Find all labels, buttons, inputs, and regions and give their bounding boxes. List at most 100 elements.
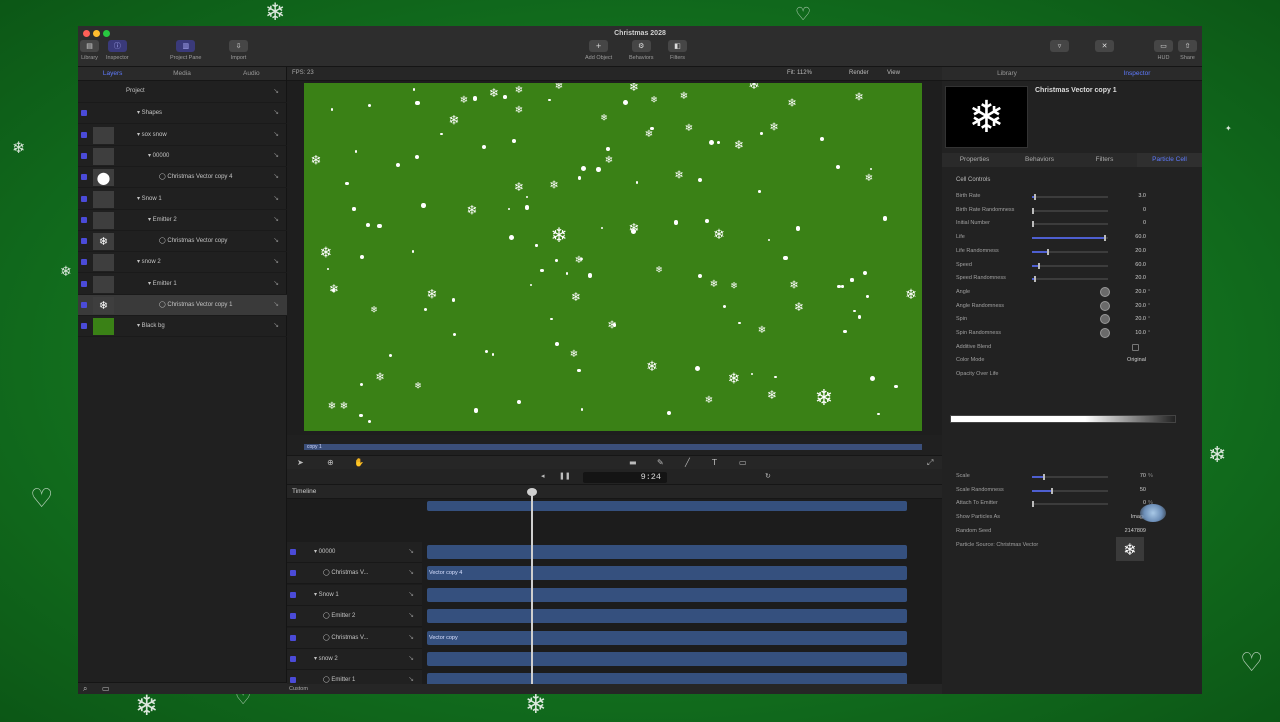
- timeline-track-bar[interactable]: [427, 652, 907, 666]
- pen-tool-icon[interactable]: ✎: [657, 458, 664, 467]
- param-value[interactable]: 20.0: [1114, 303, 1146, 309]
- param-slider[interactable]: [1032, 221, 1108, 228]
- share-button[interactable]: ⇧ Share: [1178, 40, 1197, 61]
- add-object-button[interactable]: + Add Object: [585, 40, 612, 61]
- library-button[interactable]: ▤ Library: [80, 40, 99, 61]
- fullscreen-icon[interactable]: ⤢: [927, 458, 933, 468]
- param-value[interactable]: 70: [1114, 473, 1146, 479]
- param-value[interactable]: 60.0: [1114, 234, 1146, 240]
- blend-mode-icon[interactable]: ↘: [408, 611, 414, 619]
- blend-mode-icon[interactable]: ↘: [408, 590, 414, 598]
- timeline-layer-row[interactable]: ▾ 00000 ↘: [287, 542, 422, 563]
- play-pause-icon[interactable]: ❚❚: [559, 472, 571, 480]
- param-slider-knob[interactable]: [1033, 194, 1036, 200]
- param-value[interactable]: 60.0: [1114, 262, 1146, 268]
- hud-button[interactable]: ▭ HUD: [1154, 40, 1173, 61]
- param-value[interactable]: Original: [1114, 357, 1146, 363]
- additive-blend-checkbox[interactable]: [1132, 343, 1139, 351]
- timeline-visibility-checkbox[interactable]: [290, 613, 296, 620]
- param-slider[interactable]: [1032, 501, 1108, 508]
- blend-mode-icon[interactable]: ↘: [408, 547, 414, 555]
- blend-mode-icon[interactable]: ↘: [408, 568, 414, 576]
- view-dropdown[interactable]: View: [887, 70, 900, 76]
- layer-row[interactable]: ● ◯ Christmas Vector copy 4 ↘: [78, 167, 287, 189]
- angle-dial-icon[interactable]: [1100, 300, 1110, 311]
- blend-mode-icon[interactable]: ↘: [273, 108, 279, 116]
- blend-mode-icon[interactable]: ↘: [273, 194, 279, 202]
- project-pane-button[interactable]: ▥ Project Pane: [170, 40, 202, 61]
- timeline-visibility-checkbox[interactable]: [290, 656, 296, 662]
- blend-mode-icon[interactable]: ↘: [408, 654, 414, 662]
- blend-mode-icon[interactable]: ↘: [273, 257, 279, 265]
- param-slider[interactable]: [1032, 262, 1108, 269]
- angle-dial-icon[interactable]: [1100, 286, 1110, 297]
- param-slider[interactable]: [1032, 248, 1108, 255]
- import-button[interactable]: ⇩ Import: [229, 40, 248, 61]
- timeline-visibility-checkbox[interactable]: [290, 591, 296, 598]
- opacity-over-life-gradient[interactable]: [950, 415, 1176, 423]
- param-value[interactable]: 0: [1114, 500, 1146, 506]
- tab-layers[interactable]: Layers: [78, 67, 147, 80]
- param-value[interactable]: 20.0: [1114, 289, 1146, 295]
- layer-row[interactable]: ▾ snow 2 ↘: [78, 252, 287, 274]
- text-tool-icon[interactable]: T: [712, 458, 717, 467]
- param-value[interactable]: 20.0: [1114, 248, 1146, 254]
- layer-visibility-checkbox[interactable]: [81, 238, 87, 245]
- param-value[interactable]: 0: [1114, 207, 1146, 213]
- play-reverse-icon[interactable]: ◂: [541, 472, 545, 480]
- loop-icon[interactable]: ↻: [765, 472, 771, 480]
- blend-mode-icon[interactable]: ↘: [273, 321, 279, 329]
- param-value[interactable]: 50: [1114, 487, 1146, 493]
- blend-mode-icon[interactable]: ↘: [273, 151, 279, 159]
- timeline-track-bar[interactable]: [427, 545, 907, 559]
- param-value[interactable]: 20.0: [1114, 316, 1146, 322]
- tab-audio[interactable]: Audio: [217, 67, 286, 80]
- angle-dial-icon[interactable]: [1100, 328, 1110, 338]
- shape-tool-icon[interactable]: ▬: [629, 458, 637, 467]
- layer-visibility-checkbox[interactable]: [81, 174, 87, 181]
- anchor-tool-icon[interactable]: ⊕: [327, 458, 334, 467]
- param-value[interactable]: 3.0: [1114, 193, 1146, 199]
- layer-visibility-checkbox[interactable]: [81, 110, 87, 117]
- particle-source-thumbnail[interactable]: ❄: [1116, 537, 1144, 561]
- timeline-track-bar[interactable]: Vector copy: [427, 630, 907, 645]
- timeline-visibility-checkbox[interactable]: [290, 549, 296, 555]
- param-slider-knob[interactable]: [1047, 248, 1050, 255]
- timeline-layer-row[interactable]: ◯ Christmas V... ↘: [287, 627, 422, 649]
- mask-tool-icon[interactable]: ▭: [739, 458, 747, 467]
- paint-tool-icon[interactable]: ╱: [685, 458, 690, 467]
- toolbar-disabled-button-1[interactable]: ▿: [1050, 40, 1069, 52]
- tab-properties[interactable]: Properties: [942, 153, 1007, 167]
- behaviors-button[interactable]: ⚙ Behaviors: [629, 40, 653, 61]
- param-slider[interactable]: [1032, 474, 1108, 480]
- random-seed-generate-button[interactable]: [1140, 504, 1166, 522]
- tab-library[interactable]: Library: [942, 67, 1072, 80]
- param-slider-knob[interactable]: [1032, 221, 1034, 228]
- layer-row[interactable]: ▾ 00000 ↘: [78, 146, 287, 167]
- blend-mode-icon[interactable]: ↘: [273, 87, 279, 95]
- timeline-layer-row[interactable]: ◯ Emitter 2 ↘: [287, 606, 422, 628]
- panel-toggle-icon[interactable]: ▭: [102, 684, 110, 693]
- blend-mode-icon[interactable]: ↘: [273, 130, 279, 138]
- layer-row[interactable]: ▾ Emitter 1 ↘: [78, 274, 287, 295]
- param-slider[interactable]: [1032, 276, 1108, 283]
- layer-visibility-checkbox[interactable]: [81, 131, 87, 138]
- param-value[interactable]: 0: [1114, 220, 1146, 226]
- param-slider[interactable]: [1032, 235, 1108, 242]
- timeline-visibility-checkbox[interactable]: [290, 634, 296, 641]
- timeline-visibility-checkbox[interactable]: [290, 677, 296, 684]
- tab-particle-cell[interactable]: Particle Cell: [1137, 153, 1202, 167]
- param-value[interactable]: 10.0: [1114, 330, 1146, 336]
- layer-row[interactable]: ❄ ◯ Christmas Vector copy 1 ↘: [78, 295, 287, 316]
- param-slider[interactable]: [1032, 194, 1108, 200]
- timeline-layer-row[interactable]: ▾ Snow 1 ↘: [287, 584, 422, 606]
- pan-tool-icon[interactable]: ✋: [354, 458, 364, 467]
- playhead[interactable]: [531, 490, 533, 694]
- timeline-layer-row[interactable]: ◯ Christmas V... ↘: [287, 563, 422, 585]
- param-slider-knob[interactable]: [1032, 207, 1034, 214]
- toolbar-disabled-button-2[interactable]: ✕: [1095, 40, 1114, 52]
- timeline-custom-label[interactable]: Custom: [289, 686, 308, 692]
- layer-row[interactable]: ▾ Snow 1 ↘: [78, 189, 287, 210]
- param-slider[interactable]: [1032, 487, 1108, 494]
- param-slider-knob[interactable]: [1032, 501, 1034, 508]
